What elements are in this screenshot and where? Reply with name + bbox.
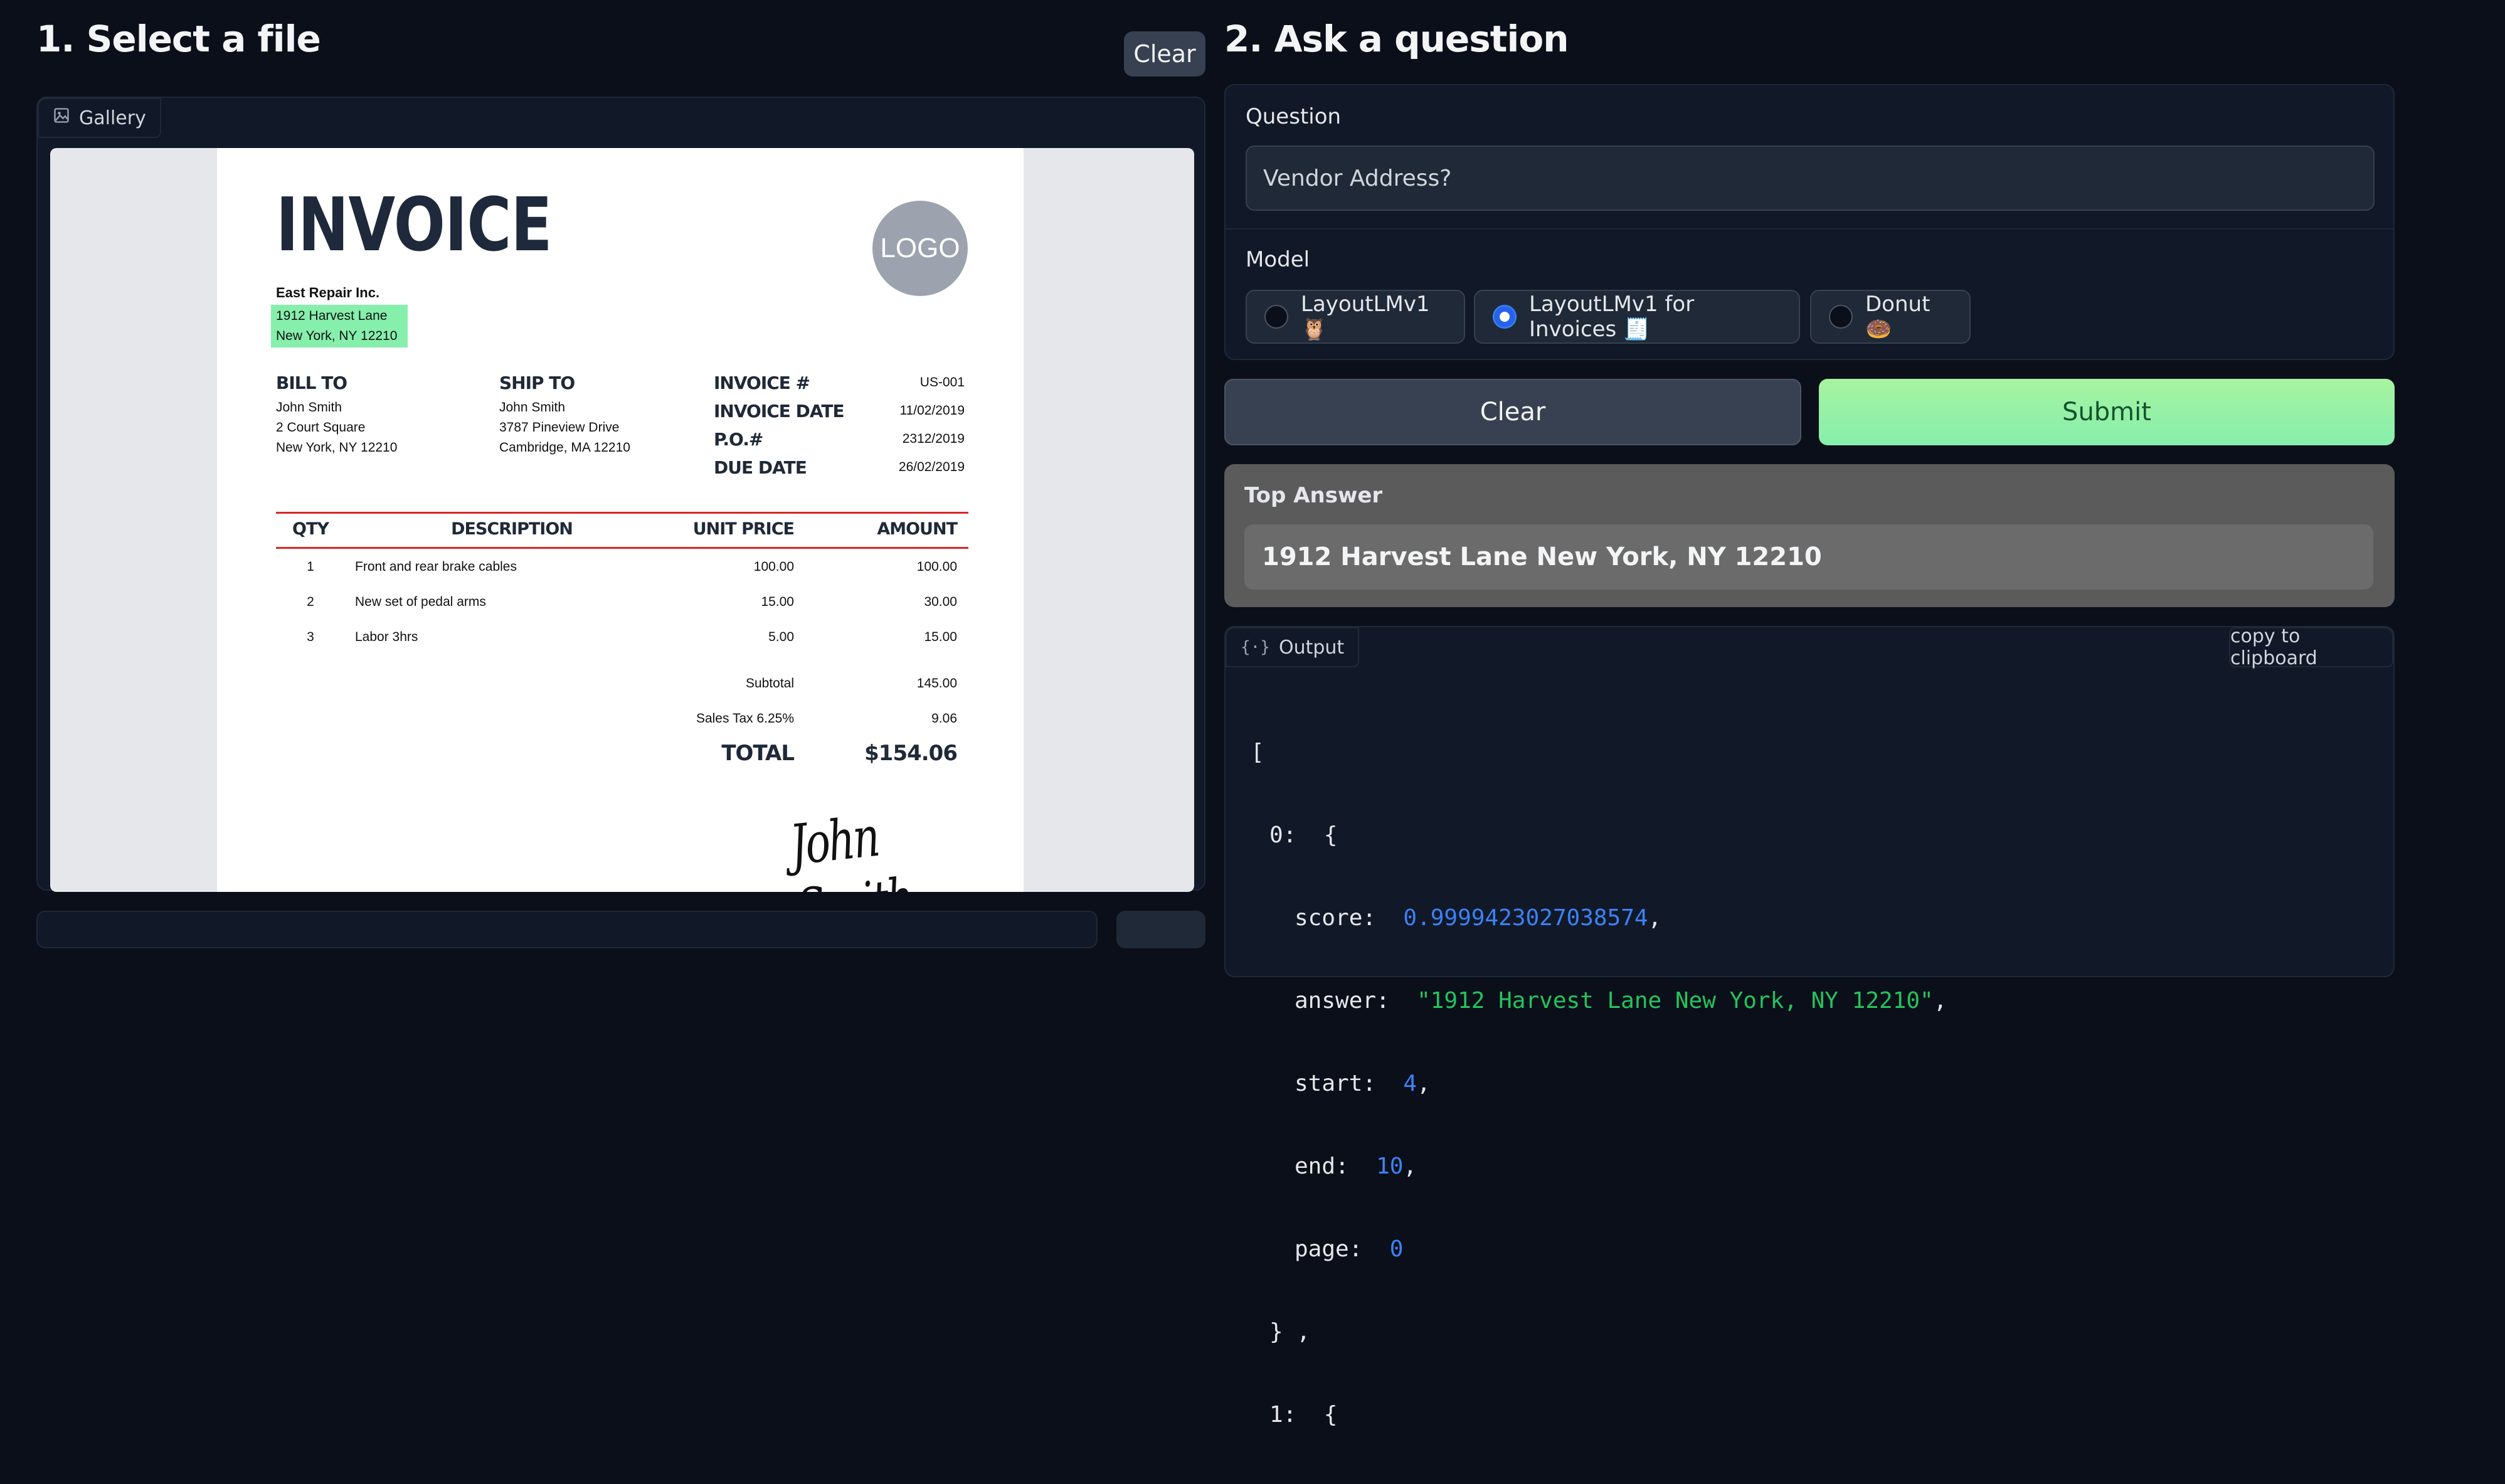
total-label: TOTAL [721, 741, 795, 766]
top-answer-panel: Top Answer 1912 Harvest Lane New York, N… [1224, 464, 2395, 607]
clear-button[interactable]: Clear [1224, 379, 1801, 445]
bill-to-line: New York, NY 12210 [276, 440, 398, 455]
ask-question-heading: 2. Ask a question [1224, 18, 1569, 60]
output-panel: {·} Output copy to clipboard [ 0: { scor… [1224, 625, 2395, 1428]
subtotal-label: Subtotal [745, 676, 794, 691]
row-qty: 3 [307, 630, 314, 644]
model-label: Model [1246, 247, 1310, 272]
row-desc: Front and rear brake cables [355, 559, 517, 574]
model-option-layoutlmv1[interactable]: LayoutLMv1 🦉 [1246, 290, 1465, 344]
model-option-label: LayoutLMv1 🦉 [1301, 292, 1430, 342]
output-label: Output [1278, 636, 1345, 659]
row-qty: 1 [307, 559, 314, 574]
model-option-layoutlmv1-invoices[interactable]: LayoutLMv1 for Invoices 🧾 [1474, 290, 1800, 344]
json-line: page: 0 [1295, 1236, 1404, 1262]
bill-to-line: John Smith [276, 400, 342, 415]
json-line: end: 10, [1295, 1153, 1417, 1179]
model-option-label: LayoutLMv1 for Invoices 🧾 [1529, 292, 1695, 342]
ship-to-line: Cambridge, MA 12210 [499, 440, 630, 455]
radio-icon[interactable] [1829, 305, 1853, 329]
json-output: [ 0: { score: 0.9999423027038574, answer… [1251, 684, 1947, 1484]
total-value: $154.06 [864, 741, 958, 766]
copy-to-clipboard-button[interactable]: copy to clipboard [2229, 625, 2393, 669]
invoice-title: INVOICE [276, 181, 553, 268]
radio-icon[interactable] [1264, 305, 1288, 329]
col-unit-price: UNIT PRICE [692, 519, 795, 539]
radio-selected-icon[interactable] [1493, 305, 1517, 329]
signature: John Smith [787, 804, 914, 892]
select-file-heading: 1. Select a file [36, 18, 321, 60]
json-line: 1: { [1269, 1402, 1338, 1428]
gallery-tab: Gallery [38, 98, 161, 138]
col-qty: QTY [292, 519, 329, 539]
row-desc: New set of pedal arms [355, 595, 486, 609]
json-line: [ [1251, 739, 1264, 765]
json-line: } , [1269, 1319, 1311, 1345]
row-unit: 100.00 [753, 559, 794, 574]
upload-button[interactable] [1116, 911, 1205, 948]
row-amount: 30.00 [924, 595, 957, 609]
json-line: answer: "1912 Harvest Lane New York, NY … [1295, 988, 1947, 1014]
braces-icon: {·} [1241, 638, 1270, 657]
vendor-address-line1: 1912 Harvest Lane [276, 309, 388, 323]
question-panel: Question Vendor Address? Model LayoutLMv… [1224, 84, 2395, 360]
file-upload-area[interactable] [36, 911, 1098, 948]
row-unit: 5.00 [768, 630, 794, 644]
ship-to-line: 3787 Pineview Drive [499, 420, 620, 435]
model-option-donut[interactable]: Donut 🍩 [1810, 290, 1971, 344]
row-amount: 15.00 [924, 630, 957, 644]
row-qty: 2 [307, 595, 314, 609]
json-line: 0: { [1269, 822, 1338, 848]
tax-value: 9.06 [931, 711, 957, 726]
meta-value: 26/02/2019 [898, 460, 965, 474]
submit-button[interactable]: Submit [1819, 379, 2395, 445]
json-line: score: 0.9999423027038574, [1295, 905, 1662, 931]
col-amount: AMOUNT [877, 519, 958, 539]
gallery-panel: Gallery INVOICE LOGO East Repair Inc. 19… [36, 97, 1205, 892]
question-input[interactable]: Vendor Address? [1246, 146, 2375, 211]
vendor-name: East Repair Inc. [276, 285, 380, 300]
clear-file-button[interactable]: Clear [1124, 31, 1205, 77]
table-header-rule [276, 547, 968, 549]
meta-value: 2312/2019 [902, 432, 965, 446]
bill-to-line: 2 Court Square [276, 420, 366, 435]
logo-placeholder: LOGO [872, 201, 968, 296]
col-description: DESCRIPTION [451, 519, 573, 539]
subtotal-value: 145.00 [916, 676, 957, 691]
table-top-rule [276, 512, 968, 514]
gallery-label: Gallery [79, 107, 146, 129]
model-option-label: Donut 🍩 [1865, 292, 1930, 342]
divider [1226, 228, 2393, 230]
output-tab: {·} Output [1226, 627, 1360, 667]
top-answer-value[interactable]: 1912 Harvest Lane New York, NY 12210 [1244, 524, 2373, 590]
question-label: Question [1246, 104, 1342, 129]
image-icon [53, 107, 70, 129]
row-desc: Labor 3hrs [355, 630, 418, 644]
invoice-document: INVOICE LOGO East Repair Inc. 1912 Harve… [217, 148, 1024, 892]
row-amount: 100.00 [916, 559, 957, 574]
vendor-address-line2: New York, NY 12210 [276, 329, 398, 343]
row-unit: 15.00 [761, 595, 794, 609]
json-line: start: 4, [1295, 1071, 1431, 1096]
ship-to-heading: SHIP TO [499, 373, 575, 393]
meta-value: 11/02/2019 [899, 403, 965, 418]
meta-value: US-001 [919, 375, 965, 390]
gallery-image[interactable]: INVOICE LOGO East Repair Inc. 1912 Harve… [50, 148, 1194, 892]
ship-to-line: John Smith [499, 400, 566, 415]
tax-label: Sales Tax 6.25% [696, 711, 794, 726]
top-answer-label: Top Answer [1244, 483, 1383, 508]
bill-to-heading: BILL TO [276, 373, 347, 393]
